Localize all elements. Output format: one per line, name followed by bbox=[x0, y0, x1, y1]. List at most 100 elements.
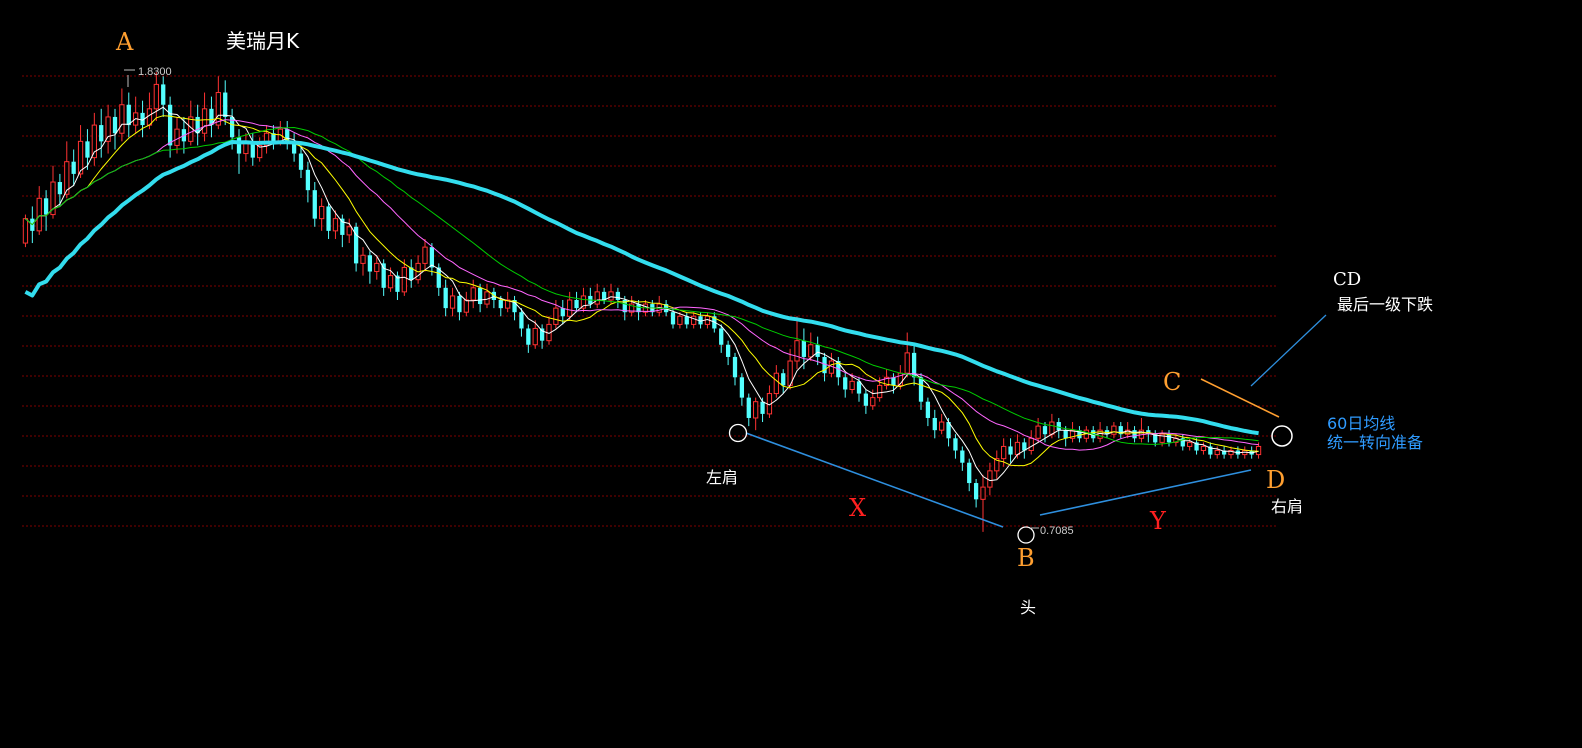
grid-lines bbox=[22, 75, 1278, 527]
candle bbox=[843, 373, 848, 398]
candle bbox=[794, 316, 800, 370]
neckline-y bbox=[1039, 469, 1252, 516]
candle-body bbox=[843, 377, 848, 390]
price-label-low: 0.7085 bbox=[1030, 525, 1074, 537]
candle bbox=[161, 76, 166, 117]
candle-body bbox=[967, 462, 972, 484]
candle bbox=[1187, 438, 1193, 451]
candle bbox=[484, 283, 490, 309]
candle-body bbox=[332, 218, 339, 232]
candle-body bbox=[71, 161, 76, 174]
moving-averages bbox=[24, 106, 1259, 482]
candle bbox=[298, 145, 304, 178]
candle-body bbox=[870, 397, 876, 407]
candle bbox=[174, 116, 180, 154]
candle bbox=[911, 344, 917, 386]
candle bbox=[932, 409, 937, 439]
candle-body bbox=[691, 315, 697, 325]
candle-body bbox=[953, 438, 958, 451]
candle-body bbox=[725, 344, 731, 357]
candle-body bbox=[112, 116, 118, 134]
candle-body bbox=[1200, 445, 1207, 452]
candle-body bbox=[1001, 445, 1007, 460]
candle bbox=[967, 458, 972, 492]
ma60-note-line1: 60日均线 bbox=[1327, 414, 1395, 433]
candle-body bbox=[22, 218, 29, 244]
candle-body bbox=[484, 291, 490, 305]
candle-body bbox=[1255, 445, 1262, 456]
left-shoulder-label: 左肩 bbox=[706, 468, 738, 487]
candle bbox=[1194, 438, 1199, 455]
candle-body bbox=[381, 263, 386, 288]
cd-pointer-line bbox=[1250, 314, 1327, 387]
candle-body bbox=[340, 218, 345, 235]
candle bbox=[822, 352, 827, 382]
candle-body bbox=[119, 104, 125, 134]
candle bbox=[491, 287, 497, 309]
candle-body bbox=[863, 393, 869, 406]
candle bbox=[987, 462, 993, 496]
candle-body bbox=[925, 401, 931, 418]
candle-body bbox=[85, 141, 90, 158]
candle-body bbox=[567, 299, 573, 317]
candle-body bbox=[877, 384, 883, 399]
candle bbox=[1008, 438, 1013, 463]
candle-body bbox=[387, 275, 394, 289]
candle-body bbox=[801, 340, 807, 357]
candle-body bbox=[360, 254, 366, 264]
candle bbox=[236, 129, 242, 174]
candle bbox=[285, 121, 290, 150]
candle-body bbox=[553, 307, 559, 325]
candle bbox=[167, 96, 173, 158]
candle bbox=[346, 218, 352, 244]
candle bbox=[1056, 417, 1061, 439]
candle-body bbox=[960, 450, 965, 463]
candle-body bbox=[449, 295, 456, 309]
candle bbox=[112, 108, 118, 150]
candle-body bbox=[781, 373, 786, 386]
cd-text-label: 最后一级下跌 bbox=[1337, 295, 1433, 314]
cd-title-label: CD bbox=[1333, 269, 1361, 290]
candle bbox=[746, 393, 751, 427]
candle-body bbox=[932, 417, 937, 431]
candle-body bbox=[746, 397, 751, 418]
candle bbox=[326, 202, 331, 239]
low-price-label: 0.7085 bbox=[1040, 525, 1074, 537]
candle bbox=[463, 291, 469, 317]
candle-body bbox=[732, 356, 738, 378]
candle bbox=[1221, 446, 1227, 459]
candle-body bbox=[526, 328, 531, 345]
candle-body bbox=[498, 300, 503, 309]
candlestick-chart: 1.8300 0.7085 美瑞月K A B C D X Y 左肩 头 右肩 C… bbox=[22, 28, 1433, 617]
candle bbox=[71, 149, 76, 187]
candle bbox=[601, 287, 607, 305]
ma10-line bbox=[25, 115, 1259, 467]
candle-body bbox=[174, 128, 180, 146]
candle-body bbox=[367, 255, 373, 272]
candle-body bbox=[236, 137, 242, 154]
candle-body bbox=[326, 206, 331, 231]
candle bbox=[99, 108, 104, 158]
candle bbox=[367, 251, 373, 284]
left-shoulder-marker bbox=[728, 423, 748, 443]
high-price-label: 1.8300 bbox=[138, 66, 172, 78]
candle bbox=[766, 385, 773, 418]
candle-body bbox=[519, 312, 524, 329]
candle-body bbox=[1042, 426, 1048, 435]
leg-y-label: Y bbox=[1149, 507, 1167, 535]
candle-body bbox=[305, 169, 311, 191]
candle-body bbox=[904, 352, 910, 374]
leg-x-label: X bbox=[849, 494, 866, 522]
candle bbox=[195, 104, 200, 146]
candle bbox=[291, 133, 297, 162]
candle-body bbox=[594, 291, 600, 305]
candle-body bbox=[161, 84, 166, 105]
candle-body bbox=[57, 182, 63, 195]
candle bbox=[574, 291, 579, 313]
candle-body bbox=[105, 116, 111, 142]
candle-body bbox=[719, 328, 724, 345]
candle-body bbox=[815, 344, 820, 357]
candle bbox=[153, 72, 159, 122]
candle-body bbox=[1049, 421, 1055, 435]
candle-body bbox=[1035, 425, 1041, 439]
